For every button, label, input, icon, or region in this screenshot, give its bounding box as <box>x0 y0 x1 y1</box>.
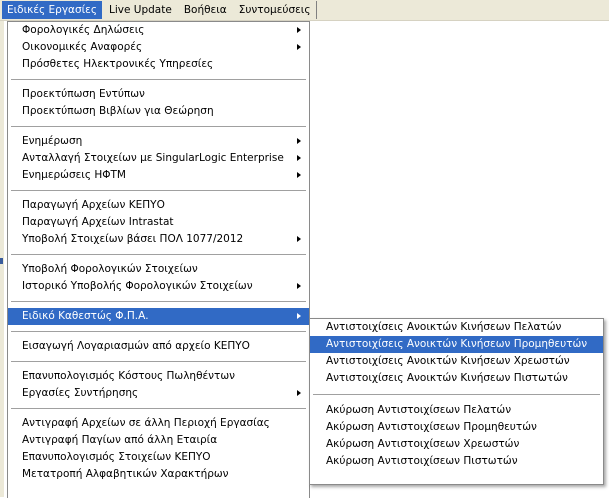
main-menu-item-1[interactable]: Οικονομικές Αναφορές <box>8 39 309 56</box>
vat-special-regime-submenu: Αντιστοιχίσεις Ανοικτών Κινήσεων Πελατών… <box>309 318 604 485</box>
menu-item-label: Αντιστοιχίσεις Ανοικτών Κινήσεων Πιστωτώ… <box>326 372 568 384</box>
menu-separator <box>11 331 306 332</box>
main-menu-item-4[interactable]: Προεκτύπωση Βιβλίων για Θεώρηση <box>8 103 309 120</box>
menu-item-label: Ακύρωση Αντιστοιχίσεων Χρεωστών <box>326 438 520 450</box>
main-menu-item-9[interactable]: Παραγωγή Αρχείων Intrastat <box>8 214 309 231</box>
main-menu-item-7[interactable]: Ενημερώσεις ΗΦΤΜ <box>8 167 309 184</box>
menu-item-label: Αντιστοιχίσεις Ανοικτών Κινήσεων Προμηθε… <box>326 338 588 350</box>
main-menu-item-11[interactable]: Υποβολή Φορολογικών Στοιχείων <box>8 261 309 278</box>
submenu-item-4[interactable]: Ακύρωση Αντιστοιχίσεων Πελατών <box>310 402 603 419</box>
submenu-item-6[interactable]: Ακύρωση Αντιστοιχίσεων Χρεωστών <box>310 436 603 453</box>
main-menu-item-20[interactable]: Μετατροπή Αλφαβητικών Χαρακτήρων <box>8 466 309 483</box>
menu-item-label: Παραγωγή Αρχείων ΚΕΠΥΟ <box>22 199 165 211</box>
submenu-item-2[interactable]: Αντιστοιχίσεις Ανοικτών Κινήσεων Χρεωστώ… <box>310 353 603 370</box>
menu-item-label: Προεκτύπωση Εντύπων <box>22 88 145 100</box>
special-tasks-dropdown: Φορολογικές Δηλώσεις Οικονομικές Αναφορές… <box>7 21 310 498</box>
submenu-arrow-icon <box>297 27 301 33</box>
submenu-arrow-icon <box>297 313 301 319</box>
submenu-arrow-icon <box>297 155 301 161</box>
menu-item-label: Φορολογικές Δηλώσεις <box>22 24 145 36</box>
main-menu-item-13[interactable]: Ειδικό Καθεστώς Φ.Π.Α. <box>8 308 309 325</box>
menu-bar: Ειδικές Εργασίες Live Update Βοήθεια Συν… <box>0 0 609 21</box>
main-menu-item-12[interactable]: Ιστορικό Υποβολής Φορολογικών Στοιχείων <box>8 278 309 295</box>
menubar-special-tasks[interactable]: Ειδικές Εργασίες <box>2 1 103 19</box>
menubar-live-update[interactable]: Live Update <box>104 1 177 19</box>
menu-separator <box>11 254 306 255</box>
window-left-edge <box>0 21 4 497</box>
menubar-help[interactable]: Βοήθεια <box>179 1 232 19</box>
menu-separator <box>11 361 306 362</box>
menu-item-label: Ακύρωση Αντιστοιχίσεων Πιστωτών <box>326 455 518 467</box>
main-menu-item-16[interactable]: Εργασίες Συντήρησης <box>8 385 309 402</box>
edge-marker <box>0 258 3 264</box>
menu-separator <box>11 126 306 127</box>
menu-item-label: Προεκτύπωση Βιβλίων για Θεώρηση <box>22 105 214 117</box>
submenu-arrow-icon <box>297 44 301 50</box>
menu-item-label: Πρόσθετες Ηλεκτρονικές Υπηρεσίες <box>22 58 214 70</box>
submenu-arrow-icon <box>297 390 301 396</box>
menu-item-label: Επανυπολογισμός Κόστους Πωληθέντων <box>22 370 236 382</box>
menu-item-label: Ιστορικό Υποβολής Φορολογικών Στοιχείων <box>22 280 253 292</box>
submenu-item-3[interactable]: Αντιστοιχίσεις Ανοικτών Κινήσεων Πιστωτώ… <box>310 370 603 387</box>
menu-item-label: Αντιγραφή Παγίων από άλλη Εταιρία <box>22 434 218 446</box>
menu-item-label: Αντιστοιχίσεις Ανοικτών Κινήσεων Πελατών <box>326 321 562 333</box>
menu-item-label: Ενημέρωση <box>22 135 83 147</box>
menu-item-label: Εργασίες Συντήρησης <box>22 387 139 399</box>
menu-item-label: Ενημερώσεις ΗΦΤΜ <box>22 169 126 181</box>
menu-item-label: Οικονομικές Αναφορές <box>22 41 143 53</box>
main-menu-item-19[interactable]: Επανυπολογισμός Στοιχείων ΚΕΠΥΟ <box>8 449 309 466</box>
main-menu-item-6[interactable]: Ανταλλαγή Στοιχείων με SingularLogic Ent… <box>8 150 309 167</box>
main-menu-item-18[interactable]: Αντιγραφή Παγίων από άλλη Εταιρία <box>8 432 309 449</box>
main-menu-item-14[interactable]: Εισαγωγή Λογαριασμών από αρχείο ΚΕΠΥΟ <box>8 338 309 355</box>
menu-item-label: Αντιστοιχίσεις Ανοικτών Κινήσεων Χρεωστώ… <box>326 355 570 367</box>
submenu-item-5[interactable]: Ακύρωση Αντιστοιχίσεων Προμηθευτών <box>310 419 603 436</box>
main-menu-item-0[interactable]: Φορολογικές Δηλώσεις <box>8 22 309 39</box>
menu-item-label: Υποβολή Φορολογικών Στοιχείων <box>22 263 198 275</box>
main-menu-item-15[interactable]: Επανυπολογισμός Κόστους Πωληθέντων <box>8 368 309 385</box>
menu-item-label: Ακύρωση Αντιστοιχίσεων Πελατών <box>326 404 512 416</box>
main-menu-item-3[interactable]: Προεκτύπωση Εντύπων <box>8 86 309 103</box>
main-menu-item-8[interactable]: Παραγωγή Αρχείων ΚΕΠΥΟ <box>8 197 309 214</box>
menu-item-label: Ειδικό Καθεστώς Φ.Π.Α. <box>22 310 149 322</box>
main-menu-item-17[interactable]: Αντιγραφή Αρχείων σε άλλη Περιοχή Εργασί… <box>8 415 309 432</box>
submenu-arrow-icon <box>297 236 301 242</box>
menu-separator <box>11 408 306 409</box>
menu-item-label: Εισαγωγή Λογαριασμών από αρχείο ΚΕΠΥΟ <box>22 340 250 352</box>
submenu-item-7[interactable]: Ακύρωση Αντιστοιχίσεων Πιστωτών <box>310 453 603 470</box>
main-menu-item-5[interactable]: Ενημέρωση <box>8 133 309 150</box>
main-menu-item-2[interactable]: Πρόσθετες Ηλεκτρονικές Υπηρεσίες <box>8 56 309 73</box>
menu-separator <box>11 301 306 302</box>
menubar-shortcuts[interactable]: Συντομεύσεις <box>234 1 317 19</box>
menu-item-label: Μετατροπή Αλφαβητικών Χαρακτήρων <box>22 468 229 480</box>
menu-separator <box>11 79 306 80</box>
main-menu-item-10[interactable]: Υποβολή Στοιχείων βάσει ΠΟΛ 1077/2012 <box>8 231 309 248</box>
submenu-arrow-icon <box>297 283 301 289</box>
submenu-item-0[interactable]: Αντιστοιχίσεις Ανοικτών Κινήσεων Πελατών <box>310 319 603 336</box>
menu-item-label: Υποβολή Στοιχείων βάσει ΠΟΛ 1077/2012 <box>22 233 244 245</box>
submenu-arrow-icon <box>297 138 301 144</box>
menu-separator <box>11 190 306 191</box>
menu-item-label: Ακύρωση Αντιστοιχίσεων Προμηθευτών <box>326 421 537 433</box>
menu-separator <box>313 394 600 395</box>
menu-item-label: Ανταλλαγή Στοιχείων με SingularLogic Ent… <box>22 152 284 164</box>
submenu-arrow-icon <box>297 172 301 178</box>
menu-item-label: Επανυπολογισμός Στοιχείων ΚΕΠΥΟ <box>22 451 211 463</box>
menu-item-label: Παραγωγή Αρχείων Intrastat <box>22 216 174 228</box>
menu-item-label: Αντιγραφή Αρχείων σε άλλη Περιοχή Εργασί… <box>22 417 270 429</box>
submenu-item-1[interactable]: Αντιστοιχίσεις Ανοικτών Κινήσεων Προμηθε… <box>310 336 603 353</box>
